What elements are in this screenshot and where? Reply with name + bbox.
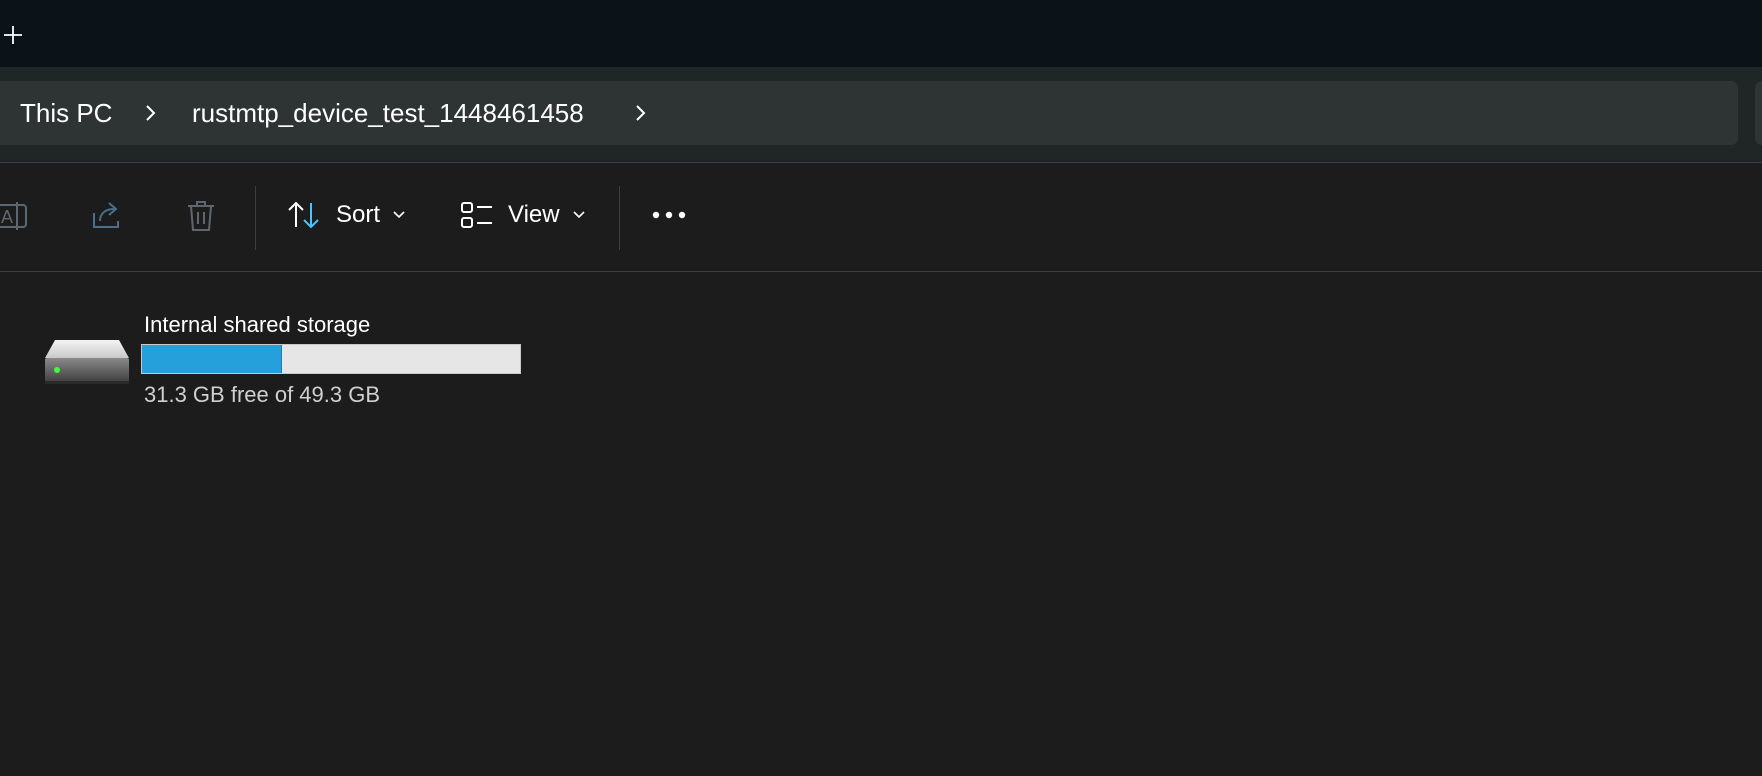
chevron-right-icon[interactable] <box>140 101 162 125</box>
trash-icon[interactable] <box>185 199 217 233</box>
view-label: View <box>508 201 560 228</box>
drive-free-space: 31.3 GB free of 49.3 GB <box>144 382 381 407</box>
address-bar[interactable]: This PC rustmtp_device_test_1448461458 <box>0 81 1738 145</box>
breadcrumb-this-pc[interactable]: This PC <box>20 95 112 131</box>
address-row: This PC rustmtp_device_test_1448461458 <box>0 67 1762 163</box>
storage-usage-fill <box>142 345 282 373</box>
drive-tile[interactable]: Internal shared storage 31.3 GB free of … <box>40 292 540 407</box>
new-tab-button[interactable] <box>0 18 26 52</box>
file-explorer-window: This PC rustmtp_device_test_1448461458 A <box>0 0 1762 776</box>
more-horizontal-icon[interactable] <box>650 203 688 227</box>
chevron-down-icon <box>393 211 405 219</box>
content-area: Internal shared storage 31.3 GB free of … <box>0 272 1762 776</box>
tab-strip <box>0 0 1762 67</box>
sort-label: Sort <box>336 201 381 228</box>
view-icon <box>461 202 492 228</box>
sort-button[interactable]: Sort <box>286 193 406 237</box>
plus-icon <box>4 26 22 44</box>
storage-usage-bar <box>141 344 521 374</box>
command-bar: A Sort View <box>0 163 1762 272</box>
search-box[interactable] <box>1755 81 1762 145</box>
rename-icon[interactable]: A <box>0 199 30 233</box>
toolbar-separator <box>619 186 620 250</box>
view-button[interactable]: View <box>460 193 586 237</box>
breadcrumb-device[interactable]: rustmtp_device_test_1448461458 <box>192 95 584 131</box>
sort-icon <box>288 201 319 229</box>
hard-drive-icon <box>45 340 129 384</box>
chevron-right-icon[interactable] <box>630 101 652 125</box>
share-icon[interactable] <box>90 199 124 233</box>
svg-text:A: A <box>1 207 13 227</box>
drive-name: Internal shared storage <box>144 312 371 337</box>
toolbar-separator <box>255 186 256 250</box>
chevron-down-icon <box>573 211 585 219</box>
